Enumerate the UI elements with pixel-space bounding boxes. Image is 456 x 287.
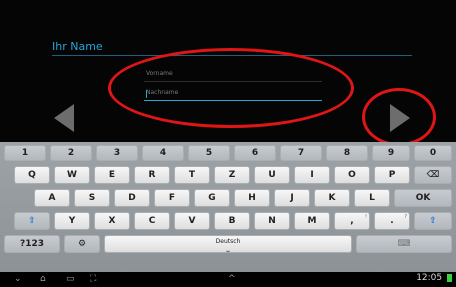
form-title: Ihr Name: [52, 40, 103, 53]
status-area: 12:05: [416, 273, 452, 283]
first-name-underline: [144, 81, 322, 82]
onscreen-keyboard: 1 2 3 4 5 6 7 8 9 0 Q W E R T Z U I O P …: [0, 142, 456, 272]
last-name-field[interactable]: Nachname: [144, 89, 322, 101]
screenshot-icon[interactable]: ⛶: [90, 274, 96, 284]
settings-key[interactable]: ⚙: [64, 235, 100, 253]
enter-key[interactable]: OK: [394, 189, 452, 207]
key-z[interactable]: Z: [214, 166, 250, 184]
key-m[interactable]: M: [294, 212, 330, 230]
last-name-placeholder: Nachname: [146, 89, 179, 96]
key-q[interactable]: Q: [14, 166, 50, 184]
shift-left-key[interactable]: ⇧: [14, 212, 50, 230]
previous-arrow-icon[interactable]: [54, 104, 74, 132]
key-t[interactable]: T: [174, 166, 210, 184]
key-y[interactable]: Y: [54, 212, 90, 230]
key-5[interactable]: 5: [188, 145, 230, 161]
comma-key[interactable]: , !: [334, 212, 370, 230]
space-bar-icon: ⎵: [226, 243, 230, 252]
period-label: .: [390, 216, 394, 226]
key-8[interactable]: 8: [326, 145, 368, 161]
key-b[interactable]: B: [214, 212, 250, 230]
key-1[interactable]: 1: [4, 145, 46, 161]
last-name-underline: [144, 100, 322, 101]
first-name-placeholder: Vorname: [146, 70, 173, 77]
back-icon[interactable]: ⌄: [14, 274, 22, 284]
key-r[interactable]: R: [134, 166, 170, 184]
name-form: Ihr Name Vorname Nachname: [0, 0, 456, 146]
period-alt-label: ?: [404, 214, 407, 220]
keyboard-icon: ⌨: [397, 239, 411, 249]
annotation-circle-inputs: [108, 48, 354, 128]
key-2[interactable]: 2: [50, 145, 92, 161]
key-f[interactable]: F: [154, 189, 190, 207]
key-o[interactable]: O: [334, 166, 370, 184]
tablet-screen: Ihr Name Vorname Nachname 1 2 3 4 5 6 7 …: [0, 0, 456, 287]
period-key[interactable]: . ?: [374, 212, 410, 230]
shift-right-key[interactable]: ⇧: [414, 212, 452, 230]
key-u[interactable]: U: [254, 166, 290, 184]
key-d[interactable]: D: [114, 189, 150, 207]
recent-apps-icon[interactable]: ▭: [66, 274, 75, 284]
hide-keyboard-key[interactable]: ⌨: [356, 235, 452, 253]
key-j[interactable]: J: [274, 189, 310, 207]
key-h[interactable]: H: [234, 189, 270, 207]
key-a[interactable]: A: [34, 189, 70, 207]
key-x[interactable]: X: [94, 212, 130, 230]
battery-icon: [447, 273, 452, 282]
key-l[interactable]: L: [354, 189, 390, 207]
key-g[interactable]: G: [194, 189, 230, 207]
title-divider: [52, 55, 412, 56]
key-k[interactable]: K: [314, 189, 350, 207]
shift-icon: ⇧: [429, 216, 437, 226]
key-e[interactable]: E: [94, 166, 130, 184]
key-3[interactable]: 3: [96, 145, 138, 161]
comma-alt-label: !: [364, 214, 367, 220]
shift-icon: ⇧: [28, 216, 36, 226]
comma-label: ,: [350, 216, 354, 226]
key-i[interactable]: I: [294, 166, 330, 184]
symbols-key[interactable]: ?123: [4, 235, 60, 253]
key-c[interactable]: C: [134, 212, 170, 230]
key-6[interactable]: 6: [234, 145, 276, 161]
key-4[interactable]: 4: [142, 145, 184, 161]
key-9[interactable]: 9: [372, 145, 410, 161]
clock: 12:05: [416, 273, 443, 283]
space-key[interactable]: Deutsch ⎵: [104, 235, 352, 253]
backspace-key[interactable]: ⌫: [414, 166, 452, 184]
backspace-icon: ⌫: [426, 170, 440, 180]
key-v[interactable]: V: [174, 212, 210, 230]
key-s[interactable]: S: [74, 189, 110, 207]
system-navigation-bar: ⌄ ⌂ ▭ ⛶ ^ 12:05: [0, 272, 456, 287]
home-icon[interactable]: ⌂: [40, 274, 46, 284]
text-cursor: [146, 90, 147, 98]
key-w[interactable]: W: [54, 166, 90, 184]
key-0[interactable]: 0: [414, 145, 452, 161]
key-n[interactable]: N: [254, 212, 290, 230]
chevron-up-icon[interactable]: ^: [228, 274, 236, 284]
next-arrow-icon[interactable]: [390, 104, 410, 132]
gear-icon: ⚙: [77, 239, 87, 249]
first-name-field[interactable]: Vorname: [144, 70, 322, 82]
key-7[interactable]: 7: [280, 145, 322, 161]
key-p[interactable]: P: [374, 166, 410, 184]
